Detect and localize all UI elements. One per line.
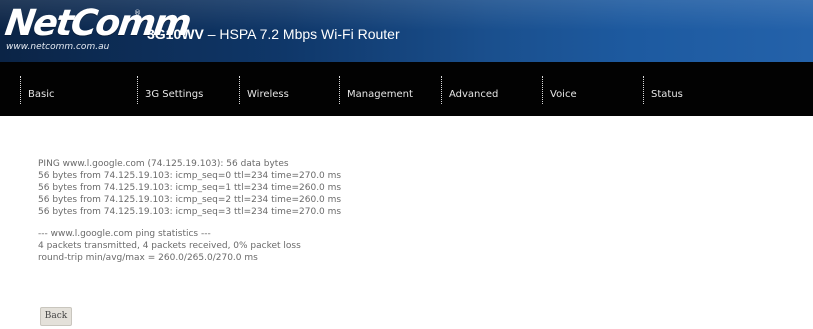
nav-separator — [339, 76, 341, 104]
nav-label-advanced: Advanced — [449, 89, 499, 100]
main-nav: Basic 3G Settings Wireless Management Ad… — [0, 62, 813, 116]
nav-item-management[interactable]: Management — [339, 62, 437, 116]
ping-round-trip: round-trip min/avg/max = 260.0/265.0/270… — [38, 253, 258, 263]
ping-reply-line: 56 bytes from 74.125.19.103: icmp_seq=1 … — [38, 183, 342, 193]
nav-separator — [643, 76, 645, 104]
ping-reply-line: 56 bytes from 74.125.19.103: icmp_seq=3 … — [38, 207, 342, 217]
nav-item-advanced[interactable]: Advanced — [441, 62, 536, 116]
nav-label-status: Status — [651, 89, 683, 100]
nav-item-voice[interactable]: Voice — [542, 62, 637, 116]
header-banner: NetComm ® www.netcomm.com.au 3G10WV – HS… — [0, 0, 813, 62]
router-page: NetComm ® www.netcomm.com.au 3G10WV – HS… — [0, 0, 813, 329]
nav-separator — [441, 76, 443, 104]
nav-item-wireless[interactable]: Wireless — [239, 62, 334, 116]
nav-item-status[interactable]: Status — [643, 62, 738, 116]
ping-packets-summary: 4 packets transmitted, 4 packets receive… — [38, 241, 301, 251]
logo-registered-mark: ® — [134, 9, 141, 17]
ping-header-line: PING www.l.google.com (74.125.19.103): 5… — [38, 159, 289, 169]
ping-stats-title: --- www.l.google.com ping statistics --- — [38, 229, 211, 239]
output-spacer — [38, 218, 778, 228]
nav-separator — [137, 76, 139, 104]
nav-item-basic[interactable]: Basic — [20, 62, 130, 116]
nav-separator — [239, 76, 241, 104]
product-description: – HSPA 7.2 Mbps Wi-Fi Router — [203, 26, 400, 42]
product-model: 3G10WV — [147, 26, 204, 42]
logo-url: www.netcomm.com.au — [6, 42, 110, 52]
nav-label-3g-settings: 3G Settings — [145, 89, 204, 100]
nav-label-voice: Voice — [550, 89, 577, 100]
nav-label-wireless: Wireless — [247, 89, 289, 100]
nav-label-basic: Basic — [28, 89, 55, 100]
nav-label-management: Management — [347, 89, 413, 100]
product-title: 3G10WV – HSPA 7.2 Mbps Wi-Fi Router — [147, 26, 400, 42]
nav-separator — [542, 76, 544, 104]
ping-reply-line: 56 bytes from 74.125.19.103: icmp_seq=0 … — [38, 171, 342, 181]
nav-item-3g-settings[interactable]: 3G Settings — [137, 62, 232, 116]
nav-separator — [20, 76, 22, 104]
ping-reply-line: 56 bytes from 74.125.19.103: icmp_seq=2 … — [38, 195, 342, 205]
ping-output: PING www.l.google.com (74.125.19.103): 5… — [38, 158, 778, 264]
back-button[interactable]: Back — [40, 307, 72, 326]
